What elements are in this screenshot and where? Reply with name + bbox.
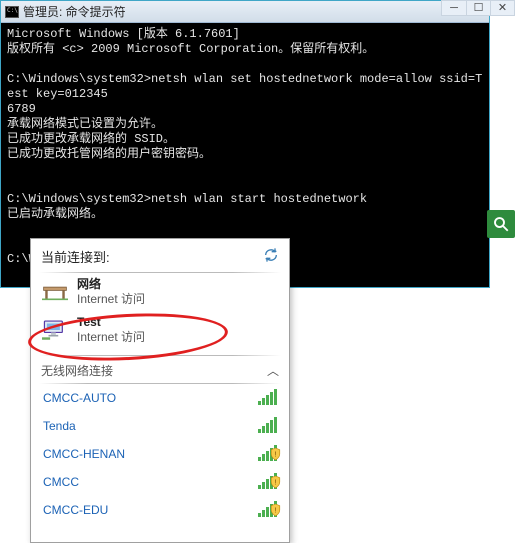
- wifi-name: Tenda: [43, 419, 76, 433]
- signal-icon: !: [258, 475, 277, 489]
- wifi-item[interactable]: CMCC-EDU !: [31, 496, 289, 524]
- signal-icon: !: [258, 447, 277, 461]
- refresh-icon[interactable]: [263, 247, 279, 266]
- wifi-item[interactable]: CMCC-AUTO: [31, 384, 289, 412]
- minimize-button[interactable]: ─: [442, 1, 466, 15]
- monitor-icon: [41, 316, 69, 344]
- cmd-line: C:\Windows\system32>netsh wlan set hoste…: [7, 72, 482, 101]
- svg-text:!: !: [274, 450, 276, 459]
- signal-icon: [258, 419, 277, 433]
- search-icon[interactable]: [487, 210, 515, 238]
- network-header-title: 当前连接到:: [41, 247, 110, 266]
- network-header: 当前连接到:: [31, 239, 289, 272]
- wifi-name: CMCC-HENAN: [43, 447, 125, 461]
- wifi-item[interactable]: Tenda: [31, 412, 289, 440]
- cmd-line: 已成功更改托管网络的用户密钥密码。: [7, 147, 211, 161]
- connection-item-ethernet[interactable]: 网络 Internet 访问: [31, 273, 289, 311]
- connection-name: Test: [77, 315, 145, 330]
- shield-icon: !: [270, 504, 281, 519]
- connection-status: Internet 访问: [77, 292, 145, 307]
- cmd-line: Microsoft Windows [版本 6.1.7601]: [7, 27, 240, 41]
- wifi-item[interactable]: CMCC !: [31, 468, 289, 496]
- svg-text:!: !: [274, 506, 276, 515]
- maximize-button[interactable]: ☐: [466, 1, 490, 15]
- shield-icon: !: [270, 476, 281, 491]
- connection-item-hostednetwork[interactable]: Test Internet 访问: [31, 311, 289, 349]
- cmd-line: 承载网络模式已设置为允许。: [7, 117, 163, 131]
- cmd-line: 6789: [7, 102, 36, 116]
- shield-icon: !: [270, 448, 281, 463]
- cmd-icon: [5, 6, 19, 18]
- wifi-section-title: 无线网络连接: [41, 362, 113, 379]
- network-flyout: 当前连接到: 网络 Internet 访问: [30, 238, 290, 543]
- window-buttons-fragment: ─ ☐ ✕: [441, 0, 515, 16]
- svg-text:!: !: [274, 478, 276, 487]
- close-button[interactable]: ✕: [490, 1, 514, 15]
- wifi-name: CMCC-AUTO: [43, 391, 116, 405]
- cmd-titlebar[interactable]: 管理员: 命令提示符: [1, 1, 489, 23]
- connection-status: Internet 访问: [77, 330, 145, 345]
- cmd-line: 版权所有 <c> 2009 Microsoft Corporation。保留所有…: [7, 42, 374, 56]
- chevron-up-icon: ︿: [267, 362, 279, 379]
- wifi-section-header[interactable]: 无线网络连接 ︿: [31, 356, 289, 383]
- signal-icon: !: [258, 503, 277, 517]
- wifi-item[interactable]: CMCC-HENAN !: [31, 440, 289, 468]
- cmd-title: 管理员: 命令提示符: [23, 3, 126, 20]
- cmd-line: 已成功更改承载网络的 SSID。: [7, 132, 175, 146]
- cmd-line: 已启动承载网络。: [7, 207, 103, 221]
- cmd-line: C:\Windows\system32>netsh wlan start hos…: [7, 192, 367, 206]
- signal-icon: [258, 391, 277, 405]
- connection-name: 网络: [77, 277, 145, 292]
- wifi-name: CMCC-EDU: [43, 503, 108, 517]
- wifi-name: CMCC: [43, 475, 79, 489]
- bench-icon: [41, 278, 69, 306]
